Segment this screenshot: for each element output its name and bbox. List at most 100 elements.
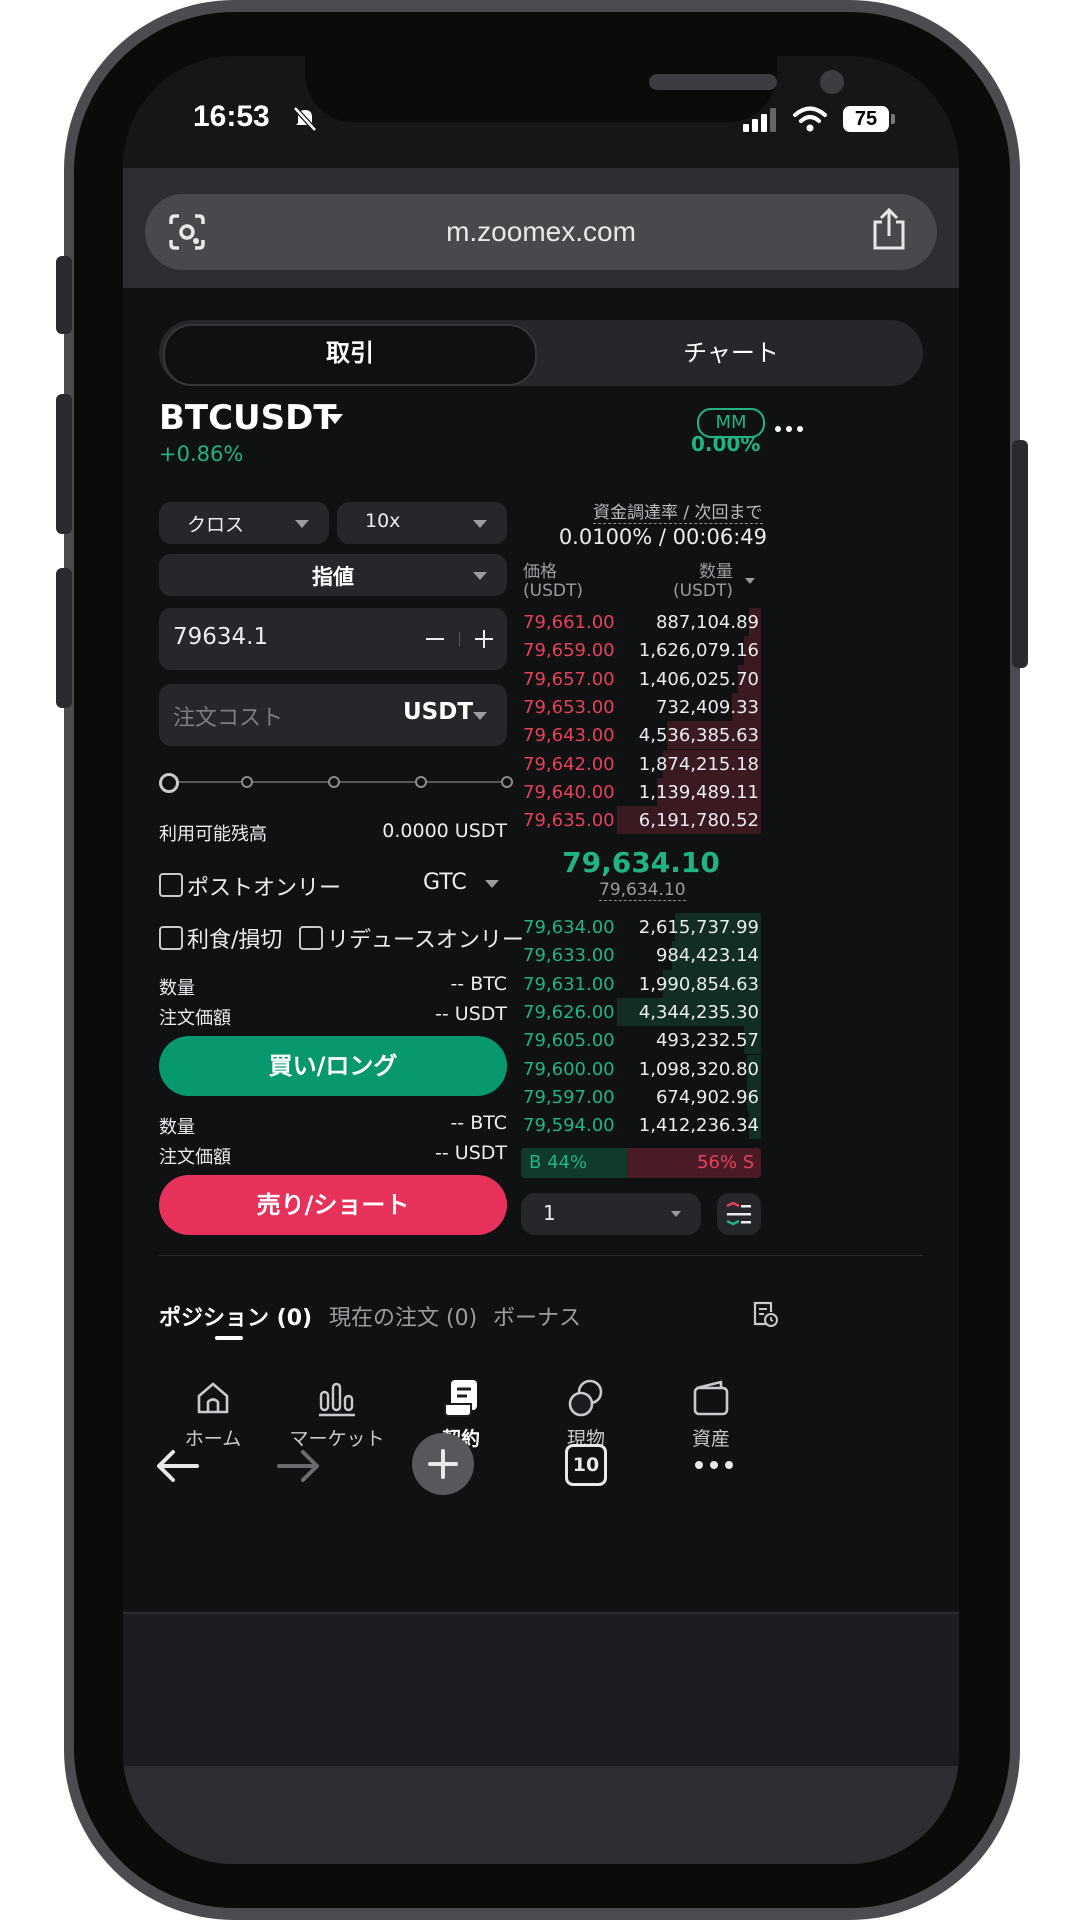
ask-row[interactable]: 79,640.00 1,139,489.11 bbox=[521, 777, 761, 807]
bid-row[interactable]: 79,626.00 4,344,235.30 bbox=[521, 997, 761, 1027]
orderbook-layout-button[interactable] bbox=[717, 1193, 761, 1235]
tab-switcher-button[interactable]: 10 bbox=[565, 1444, 607, 1486]
price-value[interactable]: 79634.1 bbox=[173, 624, 268, 650]
tab-current-orders[interactable]: 現在の注文 (0) bbox=[329, 1300, 477, 1332]
wifi-icon bbox=[793, 106, 827, 132]
order-cost-input[interactable]: 注文コスト USDT bbox=[159, 684, 507, 746]
buy-long-button[interactable]: 買い/ロング bbox=[159, 1036, 507, 1096]
chevron-down-icon[interactable] bbox=[473, 712, 487, 720]
funding-label[interactable]: 資金調達率 / 次回まで bbox=[593, 498, 763, 524]
plus-icon-vertical bbox=[483, 630, 485, 648]
bid-qty: 1,990,854.63 bbox=[638, 973, 759, 995]
ask-row[interactable]: 79,661.00 887,104.89 bbox=[521, 608, 761, 637]
sell-ratio: 56% S bbox=[697, 1152, 755, 1173]
sell-qty-label: 数量 bbox=[159, 1117, 195, 1138]
margin-mode-select[interactable]: クロス bbox=[159, 502, 329, 544]
slider-step-100[interactable] bbox=[501, 776, 513, 788]
buy-qty-value: -- BTC bbox=[450, 973, 507, 995]
post-only-checkbox[interactable] bbox=[159, 873, 183, 897]
chevron-down-icon[interactable] bbox=[485, 880, 499, 888]
tif-value[interactable]: GTC bbox=[423, 870, 467, 895]
ask-row[interactable]: 79,642.00 1,874,215.18 bbox=[521, 749, 761, 778]
power-button bbox=[1012, 440, 1028, 668]
new-tab-button[interactable] bbox=[412, 1433, 474, 1495]
slider-step-50[interactable] bbox=[328, 776, 340, 788]
qty-unit-dropdown-icon[interactable] bbox=[745, 578, 755, 584]
order-cost-unit[interactable]: USDT bbox=[403, 699, 473, 725]
ask-row[interactable]: 79,643.00 4,536,385.63 bbox=[521, 721, 761, 750]
share-icon[interactable] bbox=[869, 206, 909, 252]
tab-trade[interactable]: 取引 bbox=[163, 320, 537, 386]
nav-spot[interactable]: 現物 bbox=[526, 1366, 646, 1456]
amount-slider[interactable] bbox=[159, 770, 513, 794]
slider-step-75[interactable] bbox=[415, 776, 427, 788]
ask-row[interactable]: 79,657.00 1,406,025.70 bbox=[521, 664, 761, 693]
plus-icon-vertical bbox=[441, 1449, 445, 1479]
section-divider bbox=[159, 1255, 923, 1256]
order-history-icon[interactable] bbox=[751, 1300, 779, 1328]
battery-tip bbox=[891, 114, 895, 124]
tab-count: 10 bbox=[572, 1454, 600, 1476]
funding-value: 0.0100% / 00:06:49 bbox=[558, 525, 767, 549]
ask-qty: 732,409.33 bbox=[655, 696, 759, 718]
ask-row[interactable]: 79,653.00 732,409.33 bbox=[521, 692, 761, 722]
buy-ratio: B 44% bbox=[529, 1152, 588, 1173]
slider-handle[interactable] bbox=[159, 773, 179, 793]
last-price: 79,634.10 bbox=[562, 846, 720, 879]
leverage-select[interactable]: 10x bbox=[337, 502, 507, 544]
bid-row[interactable]: 79,605.00 493,232.57 bbox=[521, 1026, 761, 1055]
bid-row[interactable]: 79,633.00 984,423.14 bbox=[521, 941, 761, 970]
mute-bell-icon bbox=[293, 106, 317, 132]
tab-bonus[interactable]: ボーナス bbox=[493, 1300, 581, 1332]
minus-icon[interactable] bbox=[426, 638, 444, 640]
pair-symbol[interactable]: BTCUSDT bbox=[159, 398, 337, 438]
precision-value: 1 bbox=[543, 1201, 556, 1225]
bid-qty: 1,098,320.80 bbox=[638, 1058, 759, 1080]
buy-long-label: 買い/ロング bbox=[268, 1052, 398, 1080]
bid-row[interactable]: 79,634.00 2,615,737.99 bbox=[521, 913, 761, 942]
tab-positions-indicator bbox=[215, 1336, 243, 1340]
mark-price[interactable]: 79,634.10 bbox=[599, 880, 686, 901]
sell-short-button[interactable]: 売り/ショート bbox=[159, 1175, 507, 1235]
pair-dropdown-icon[interactable] bbox=[327, 414, 343, 424]
back-arrow-icon[interactable] bbox=[153, 1446, 201, 1486]
status-time: 16:53 bbox=[193, 100, 270, 133]
bid-row[interactable]: 79,631.00 1,990,854.63 bbox=[521, 969, 761, 998]
price-input[interactable]: 79634.1 bbox=[159, 608, 507, 670]
buy-value-label: 注文価額 bbox=[159, 1008, 231, 1029]
bid-row[interactable]: 79,600.00 1,098,320.80 bbox=[521, 1054, 761, 1083]
post-only-label[interactable]: ポストオンリー bbox=[187, 870, 341, 902]
bid-row[interactable]: 79,597.00 674,902.96 bbox=[521, 1082, 761, 1112]
ask-row[interactable]: 79,635.00 6,191,780.52 bbox=[521, 806, 761, 835]
wallet-icon bbox=[693, 1380, 729, 1416]
chevron-down-icon bbox=[473, 572, 487, 580]
reduce-only-label[interactable]: リデュースオンリー bbox=[327, 922, 524, 954]
ask-row[interactable]: 79,659.00 1,626,079.16 bbox=[521, 636, 761, 665]
slider-step-25[interactable] bbox=[241, 776, 253, 788]
nav-market[interactable]: マーケット bbox=[277, 1366, 397, 1456]
bid-price: 79,605.00 bbox=[523, 1030, 615, 1052]
tab-chart[interactable]: チャート bbox=[541, 320, 921, 386]
nav-home[interactable]: ホーム bbox=[153, 1366, 273, 1456]
tpsl-checkbox[interactable] bbox=[159, 926, 183, 950]
order-type-select[interactable]: 指値 bbox=[159, 554, 507, 596]
buy-sell-ratio-bar: B 44% 56% S bbox=[521, 1148, 761, 1178]
reduce-only-checkbox[interactable] bbox=[299, 926, 323, 950]
buy-qty-label: 数量 bbox=[159, 978, 195, 999]
precision-select[interactable]: 1 bbox=[521, 1193, 701, 1235]
chevron-down-icon bbox=[671, 1211, 681, 1217]
more-options-icon[interactable] bbox=[775, 424, 805, 434]
front-camera bbox=[820, 70, 844, 94]
browser-menu-icon[interactable] bbox=[695, 1460, 735, 1470]
forward-arrow-icon[interactable] bbox=[275, 1446, 323, 1486]
address-bar[interactable]: m.zoomex.com bbox=[145, 194, 937, 270]
bid-row[interactable]: 79,594.00 1,412,236.34 bbox=[521, 1111, 761, 1140]
tpsl-label[interactable]: 利食/損切 bbox=[187, 922, 282, 954]
speaker bbox=[649, 74, 777, 90]
sell-qty-value: -- BTC bbox=[450, 1112, 507, 1134]
nav-assets[interactable]: 資産 bbox=[651, 1366, 771, 1456]
url-text[interactable]: m.zoomex.com bbox=[145, 194, 937, 270]
tab-positions[interactable]: ポジション (0) bbox=[159, 1300, 312, 1332]
lens-icon[interactable] bbox=[167, 212, 207, 252]
chevron-down-icon bbox=[295, 520, 309, 528]
